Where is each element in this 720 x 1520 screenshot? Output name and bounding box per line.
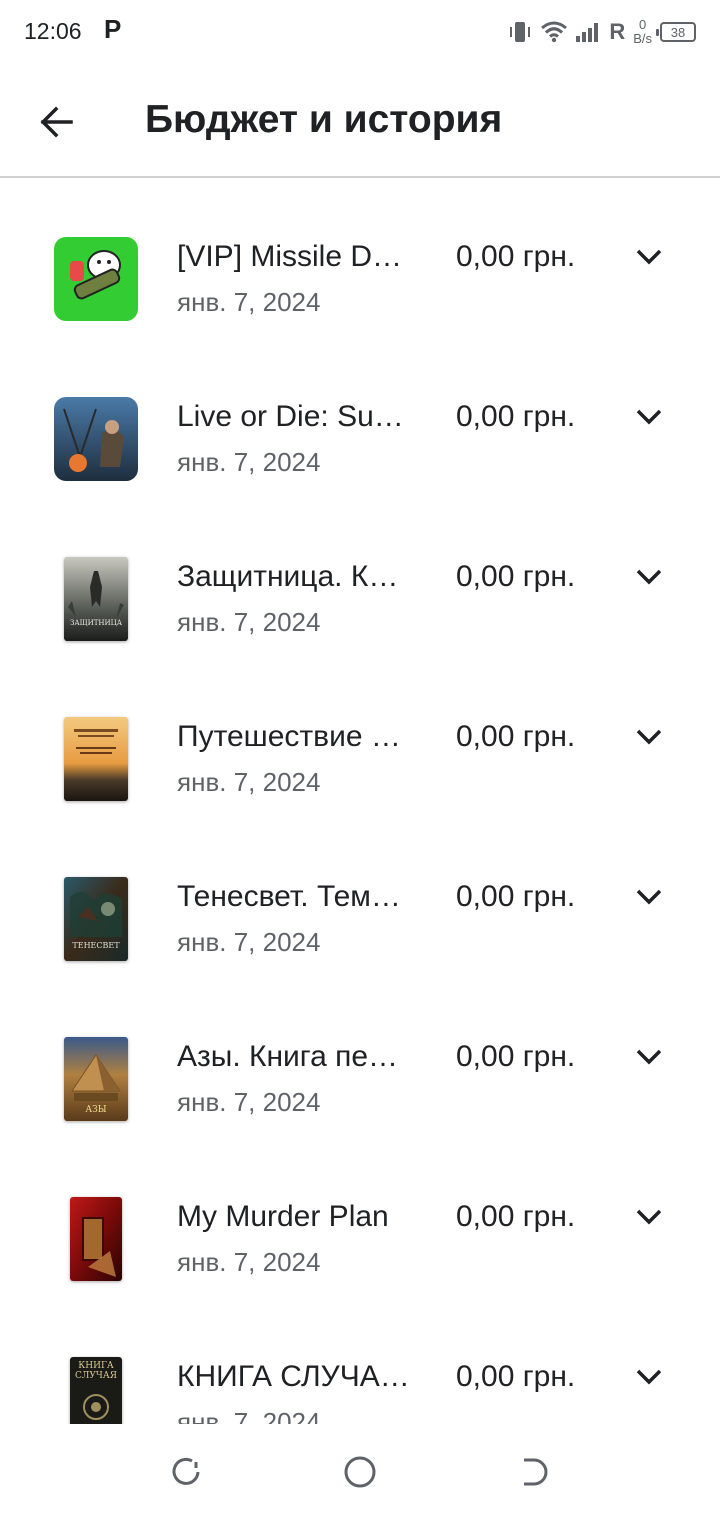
expand-button[interactable]	[630, 718, 668, 756]
book-cover-thumbnail	[70, 1197, 122, 1281]
item-date: янв. 7, 2024	[177, 1087, 321, 1117]
item-date: янв. 7, 2024	[177, 287, 321, 317]
purchase-item[interactable]: My Murder Plan янв. 7, 2024 0,00 грн.	[0, 1140, 720, 1300]
chevron-down-icon	[636, 249, 662, 265]
cover-text: КНИГА СЛУЧАЯ	[75, 1361, 117, 1381]
arrow-left-icon	[40, 106, 73, 138]
cover-text: ЗАЩИТНИЦА	[69, 619, 123, 627]
status-icons: R 0 B/s 38	[507, 14, 696, 50]
expand-button[interactable]	[630, 238, 668, 276]
item-date: янв. 7, 2024	[177, 1407, 321, 1424]
network-speed: 0 B/s	[633, 18, 652, 46]
item-price: 0,00 грн.	[456, 720, 576, 753]
item-price: 0,00 грн.	[456, 1360, 576, 1393]
recent-apps-icon	[172, 1457, 200, 1485]
status-time: 12:06	[24, 18, 82, 44]
item-title: Путешествие …	[177, 720, 401, 753]
purchase-item[interactable]: Live or Die: Sur… янв. 7, 2024 0,00 грн.	[0, 340, 720, 500]
book-cover-thumbnail: АЗЫ	[64, 1037, 128, 1121]
app-bar: Бюджет и история	[0, 64, 720, 178]
recent-apps-button[interactable]	[166, 1452, 206, 1492]
item-price: 0,00 грн.	[456, 560, 576, 593]
signal-icon	[576, 23, 599, 42]
purchase-item[interactable]: КНИГА СЛУЧАЯ КНИГА СЛУЧА… янв. 7, 2024 0…	[0, 1300, 720, 1424]
book-cover-thumbnail: КНИГА СЛУЧАЯ	[70, 1357, 122, 1424]
net-speed-value: 0	[638, 17, 647, 32]
chevron-down-icon	[636, 1049, 662, 1065]
battery-level: 38	[670, 24, 686, 40]
item-title: My Murder Plan	[177, 1200, 389, 1233]
book-cover-thumbnail: ЗАЩИТНИЦА	[64, 557, 128, 641]
purchase-item[interactable]: АЗЫ Азы. Книга пе… янв. 7, 2024 0,00 грн…	[0, 980, 720, 1140]
item-date: янв. 7, 2024	[177, 607, 321, 637]
vibrate-icon	[510, 22, 531, 42]
book-cover-thumbnail	[64, 717, 128, 801]
item-price: 0,00 грн.	[456, 1200, 576, 1233]
item-title: Тенесвет. Тем…	[177, 880, 401, 913]
system-nav-bar	[0, 1424, 720, 1520]
expand-button[interactable]	[630, 398, 668, 436]
net-speed-unit: B/s	[633, 31, 652, 46]
item-price: 0,00 грн.	[456, 240, 576, 273]
purchase-item[interactable]: ТЕНЕСВЕТ Тенесвет. Тем… янв. 7, 2024 0,0…	[0, 820, 720, 980]
app-thumbnail	[54, 397, 138, 481]
cover-text: АЗЫ	[85, 1105, 107, 1115]
item-title: Live or Die: Sur…	[177, 400, 413, 433]
purchase-item[interactable]: Путешествие … янв. 7, 2024 0,00 грн.	[0, 660, 720, 820]
chevron-down-icon	[636, 729, 662, 745]
item-price: 0,00 грн.	[456, 400, 576, 433]
chevron-down-icon	[636, 569, 662, 585]
item-date: янв. 7, 2024	[177, 1247, 321, 1277]
roaming-indicator: R	[609, 19, 626, 44]
back-nav-icon	[524, 1458, 548, 1486]
chevron-down-icon	[636, 889, 662, 905]
purchase-item[interactable]: ЗАЩИТНИЦА Защитница. К… янв. 7, 2024 0,0…	[0, 500, 720, 660]
expand-button[interactable]	[630, 878, 668, 916]
item-title: Азы. Книга пе…	[177, 1040, 399, 1073]
home-button[interactable]	[340, 1452, 380, 1492]
item-price: 0,00 грн.	[456, 880, 576, 913]
back-nav-button[interactable]	[514, 1452, 554, 1492]
item-title: КНИГА СЛУЧА…	[177, 1360, 410, 1393]
expand-button[interactable]	[630, 558, 668, 596]
item-date: янв. 7, 2024	[177, 767, 321, 797]
wifi-icon	[541, 21, 568, 43]
app-thumbnail	[54, 237, 138, 321]
cover-text: ТЕНЕСВЕТ	[72, 941, 120, 950]
purchase-item[interactable]: [VIP] Missile D… янв. 7, 2024 0,00 грн.	[0, 180, 720, 340]
item-title: [VIP] Missile D…	[177, 240, 403, 273]
chevron-down-icon	[636, 409, 662, 425]
expand-button[interactable]	[630, 1038, 668, 1076]
chevron-down-icon	[636, 1209, 662, 1225]
home-icon	[344, 1456, 376, 1488]
back-button[interactable]	[28, 94, 84, 150]
expand-button[interactable]	[630, 1358, 668, 1396]
item-price: 0,00 грн.	[456, 1040, 576, 1073]
battery-icon: 38	[656, 22, 696, 42]
parking-notification-icon: P	[104, 14, 122, 44]
expand-button[interactable]	[630, 1198, 668, 1236]
page-title: Бюджет и история	[145, 98, 503, 141]
item-date: янв. 7, 2024	[177, 927, 321, 957]
book-cover-thumbnail: ТЕНЕСВЕТ	[64, 877, 128, 961]
item-title: Защитница. К…	[177, 560, 399, 593]
status-bar: 12:06 P R 0 B/s 38	[0, 0, 720, 64]
chevron-down-icon	[636, 1369, 662, 1385]
purchase-history-list: [VIP] Missile D… янв. 7, 2024 0,00 грн. …	[0, 180, 720, 1424]
item-date: янв. 7, 2024	[177, 447, 321, 477]
